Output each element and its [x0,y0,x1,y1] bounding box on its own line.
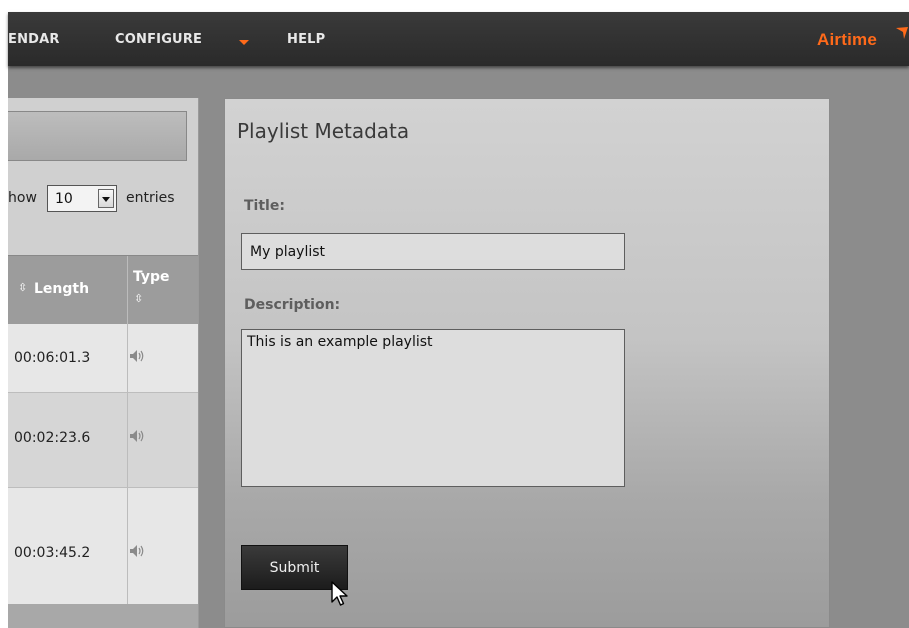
table-row[interactable]: 00:06:01.3 [8,324,198,393]
description-label: Description: [244,297,341,313]
length-cell: 00:02:23.6 [14,430,91,446]
speaker-icon [130,430,144,442]
library-panel: how 10 entries ⇳ Length Type ⇳ 00:06:01.… [8,98,199,628]
table-header: ⇳ Length Type ⇳ [8,255,198,324]
speaker-icon [130,350,144,362]
configure-dropdown-caret-icon[interactable] [239,40,249,45]
panel-title: Playlist Metadata [237,119,410,143]
logo-text: Airtime [817,30,877,49]
library-toolbar [8,111,187,161]
length-cell: 00:03:45.2 [14,545,91,561]
top-navigation-bar: ENDAR CONFIGURE HELP Airtime [8,12,909,66]
chevron-down-icon[interactable] [98,189,114,208]
library-table: ⇳ Length Type ⇳ 00:06:01.3 00:02:23.6 00… [8,255,198,607]
column-header-type[interactable]: Type ⇳ [128,256,188,324]
title-label: Title: [244,198,285,214]
column-header-length-label: Length [34,281,90,297]
mouse-cursor-icon [331,581,348,606]
sort-icon: ⇳ [134,292,144,305]
nav-item-help[interactable]: HELP [287,32,325,47]
entries-per-page-select[interactable]: 10 [47,185,117,212]
table-row[interactable]: 00:03:45.2 [8,488,198,607]
entries-per-page-value: 10 [55,191,73,207]
sort-icon: ⇳ [18,281,28,294]
entries-label: entries [126,190,175,206]
logo-mark-icon [896,27,908,39]
title-input[interactable] [241,233,625,270]
column-header-length[interactable]: ⇳ Length [8,256,128,324]
show-label: how [8,190,37,206]
airtime-logo[interactable]: Airtime [817,30,895,50]
description-textarea[interactable]: This is an example playlist [241,329,625,487]
length-cell: 00:06:01.3 [14,350,91,366]
nav-item-configure[interactable]: CONFIGURE [115,32,202,47]
library-footer [8,604,198,628]
playlist-metadata-panel: Playlist Metadata Title: Description: Th… [224,98,830,628]
nav-item-calendar[interactable]: ENDAR [8,32,60,47]
table-row[interactable]: 00:02:23.6 [8,393,198,488]
speaker-icon [130,545,144,557]
column-header-type-label: Type [133,269,170,285]
